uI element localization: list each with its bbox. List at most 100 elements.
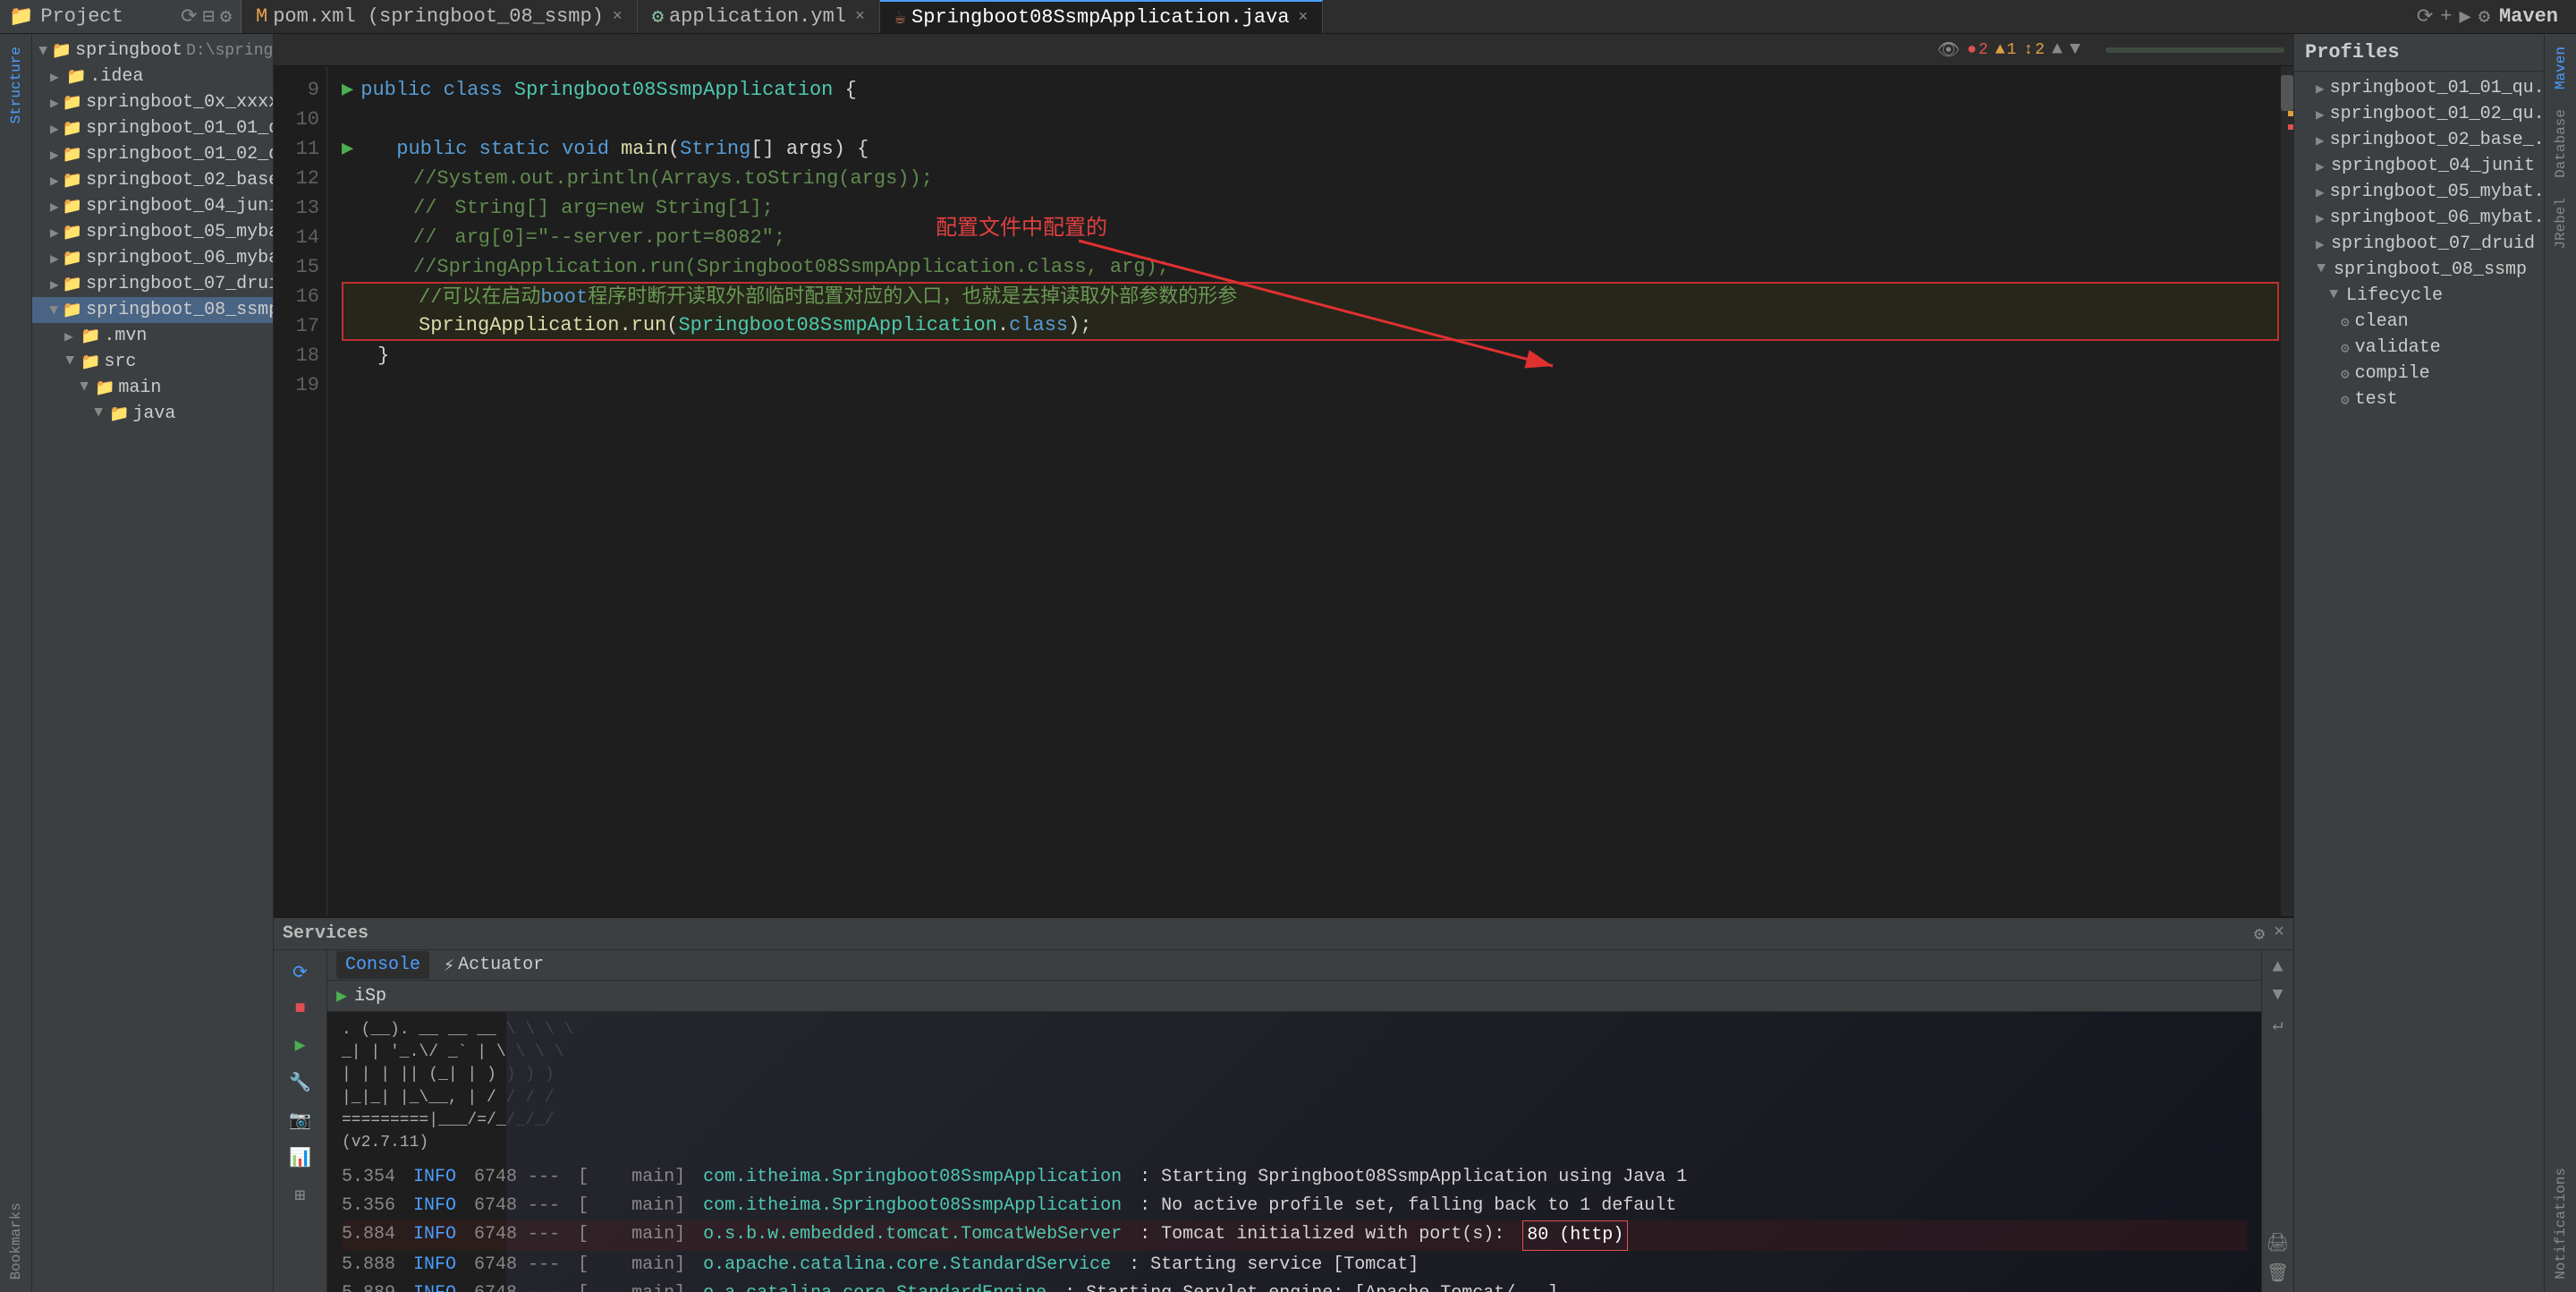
progress-bar [2106, 47, 2284, 53]
warning-count: 1 [2007, 41, 2017, 59]
tree-idea[interactable]: ▶ 📁 .idea [32, 64, 273, 89]
console-tab[interactable]: Console [336, 951, 429, 979]
maven-01-01[interactable]: ▶ springboot_01_01_qu... [2294, 75, 2544, 101]
tree-springboot[interactable]: ▶ 📁 springboot D:\springboot [32, 38, 273, 64]
maven-07[interactable]: ▶ springboot_07_druid [2294, 231, 2544, 257]
tree-src[interactable]: ▶ 📁 src [32, 349, 273, 375]
print-icon[interactable]: 🖨 [2267, 1231, 2289, 1254]
scroll-up-icon[interactable]: ▲ [2272, 957, 2283, 978]
code-line-13: // String[] arg=new String[1]; [342, 193, 2279, 223]
tree-item-label: .mvn [104, 326, 147, 346]
tree-01-01[interactable]: ▶ 📁 springboot_01_01_quicksta... [32, 115, 273, 141]
tree-item-label: springboot_01_02_quicksta... [86, 144, 273, 165]
arrow-icon: ▶ [50, 146, 59, 164]
console-output[interactable]: . (__). __ __ __ \ \ \ \ _| | '_.\/ _` |… [327, 1012, 2261, 1292]
folder-icon: 📁 [63, 93, 82, 113]
code-content[interactable]: ▶ public class Springboot08SsmpApplicati… [327, 66, 2293, 916]
maven-05[interactable]: ▶ springboot_05_mybat... [2294, 179, 2544, 205]
maven-08-ssmp[interactable]: ▶ springboot_08_ssmp [2294, 257, 2544, 283]
scroll-down-icon[interactable]: ▼ [2272, 985, 2283, 1006]
tab-pom[interactable]: M pom.xml (springboot_08_ssmp) × [242, 0, 638, 33]
tree-01-02[interactable]: ▶ 📁 springboot_01_02_quicksta... [32, 141, 273, 167]
stop-btn[interactable]: ■ [291, 995, 309, 1023]
vert-tab-bookmarks[interactable]: Bookmarks [6, 1197, 26, 1285]
tree-02[interactable]: ▶ 📁 springboot_02_base_config [32, 167, 273, 193]
tree-04[interactable]: ▶ 📁 springboot_04_junit [32, 193, 273, 219]
maven-item-label: clean [2355, 311, 2409, 332]
maven-item-label: springboot_06_mybat... [2330, 208, 2544, 228]
collapse-icon[interactable]: ⊟ [203, 5, 215, 29]
services-settings-icon[interactable]: ⚙ [2254, 922, 2265, 946]
maven-validate[interactable]: ⚙ validate [2294, 335, 2544, 361]
arrow-icon: ▶ [50, 172, 59, 190]
tree-05[interactable]: ▶ 📁 springboot_05_mybatis [32, 219, 273, 245]
folder-icon: 📁 [66, 67, 86, 87]
maven-02[interactable]: ▶ springboot_02_base_... [2294, 127, 2544, 153]
scrollbar-thumb[interactable] [2281, 75, 2293, 111]
wrench-btn[interactable]: 🔧 [285, 1067, 315, 1098]
editor-services-area: 👁 ● 2 ▲ 1 ↕ 2 ▲ ▼ 9 [274, 34, 2293, 1292]
profile-btn[interactable]: 📊 [285, 1143, 315, 1173]
tree-java[interactable]: ▶ 📁 java [32, 401, 273, 427]
maven-settings-icon[interactable]: ⚙ [2479, 5, 2490, 29]
tab-yml[interactable]: ⚙ application.yml × [638, 0, 880, 33]
refresh-icon[interactable]: ⟳ [181, 5, 197, 29]
log-line-2: 5.356 INFO 6748 --- [ main] com.itheima.… [342, 1192, 2247, 1220]
tab-java[interactable]: ☕ Springboot08SsmpApplication.java × [880, 0, 1324, 33]
settings-icon[interactable]: ⚙ [220, 5, 232, 29]
tree-item-label: springboot_01_01_quicksta... [86, 118, 273, 139]
vert-tab-maven[interactable]: Maven [2551, 41, 2571, 95]
maven-04[interactable]: ▶ springboot_04_junit [2294, 153, 2544, 179]
clear-icon[interactable]: 🗑 [2267, 1262, 2289, 1285]
vert-tab-database[interactable]: Database [2551, 104, 2571, 183]
tab-java-close[interactable]: × [1299, 9, 1309, 27]
actuator-tab[interactable]: ⚡ Actuator [444, 954, 544, 977]
tree-07[interactable]: ▶ 📁 springboot_07_druid [32, 271, 273, 297]
vert-tab-jrebel[interactable]: JRebel [2551, 192, 2571, 255]
restart-btn[interactable]: ⟳ [289, 957, 311, 988]
folder-icon: 📁 [63, 249, 82, 268]
run-btn[interactable]: ▶ [291, 1030, 309, 1060]
maven-add-icon[interactable]: + [2440, 5, 2452, 29]
maven-lifecycle[interactable]: ▶ Lifecycle [2294, 283, 2544, 309]
tree-0x[interactable]: ▶ 📁 springboot_0x_xxxxxxxxxxxx [32, 89, 273, 115]
project-label: Project [40, 5, 123, 28]
code-line-14: // arg[0]="--server.port=8082"; [342, 223, 2279, 252]
tree-06[interactable]: ▶ 📁 springboot_06_mybatis_plu... [32, 245, 273, 271]
run-gutter-11[interactable]: ▶ [342, 134, 353, 164]
maven-run-icon[interactable]: ▶ [2459, 5, 2470, 29]
maven-refresh-icon[interactable]: ⟳ [2417, 5, 2433, 29]
camera-btn[interactable]: 📷 [285, 1105, 315, 1135]
main-area: Structure Bookmarks ▶ 📁 springboot D:\sp… [0, 34, 2576, 1292]
maven-item-label: springboot_04_junit [2331, 156, 2535, 176]
gear-icon: ⚙ [2341, 365, 2350, 383]
services-close-icon[interactable]: × [2274, 922, 2284, 946]
maven-test[interactable]: ⚙ test [2294, 387, 2544, 412]
maven-01-02[interactable]: ▶ springboot_01_02_qu... [2294, 101, 2544, 127]
services-panel: Services ⚙ × ⟳ ■ ▶ 🔧 📷 📊 ⊞ [274, 916, 2293, 1292]
maven-compile[interactable]: ⚙ compile [2294, 361, 2544, 387]
tree-item-label: springboot_08_ssmp [86, 300, 273, 320]
code-editor[interactable]: 9 10 11 12 13 14 15 16 17 18 19 ▶ p [274, 66, 2293, 916]
tab-yml-close[interactable]: × [855, 8, 865, 26]
warning-badge: ▲ 1 [1996, 41, 2017, 59]
warning-indicator [2288, 111, 2293, 116]
tree-mvn[interactable]: ▶ 📁 .mvn [32, 323, 273, 349]
tab-pom-close[interactable]: × [613, 8, 623, 26]
tree-08-ssmp[interactable]: ▶ 📁 springboot_08_ssmp [32, 297, 273, 323]
toolbar-eye-icon[interactable]: 👁 [1937, 38, 1960, 62]
run-gutter-9[interactable]: ▶ [342, 75, 353, 105]
maven-item-label: springboot_07_druid [2331, 234, 2535, 254]
layout-btn[interactable]: ⊞ [291, 1180, 309, 1211]
maven-clean[interactable]: ⚙ clean [2294, 309, 2544, 335]
tree-item-label: java [132, 404, 175, 424]
project-toolbar-icons: ⟳ ⊟ ⚙ [181, 5, 232, 29]
wrap-icon[interactable]: ↵ [2272, 1013, 2283, 1036]
toolbar-up-icon[interactable]: ▲ [2052, 39, 2063, 60]
toolbar-down-icon[interactable]: ▼ [2070, 39, 2080, 60]
vert-tab-notifications[interactable]: Notifications [2551, 1162, 2571, 1285]
vert-tab-structure[interactable]: Structure [6, 41, 26, 129]
tree-main[interactable]: ▶ 📁 main [32, 375, 273, 401]
maven-06[interactable]: ▶ springboot_06_mybat... [2294, 205, 2544, 231]
editor-scrollbar[interactable] [2281, 66, 2293, 916]
